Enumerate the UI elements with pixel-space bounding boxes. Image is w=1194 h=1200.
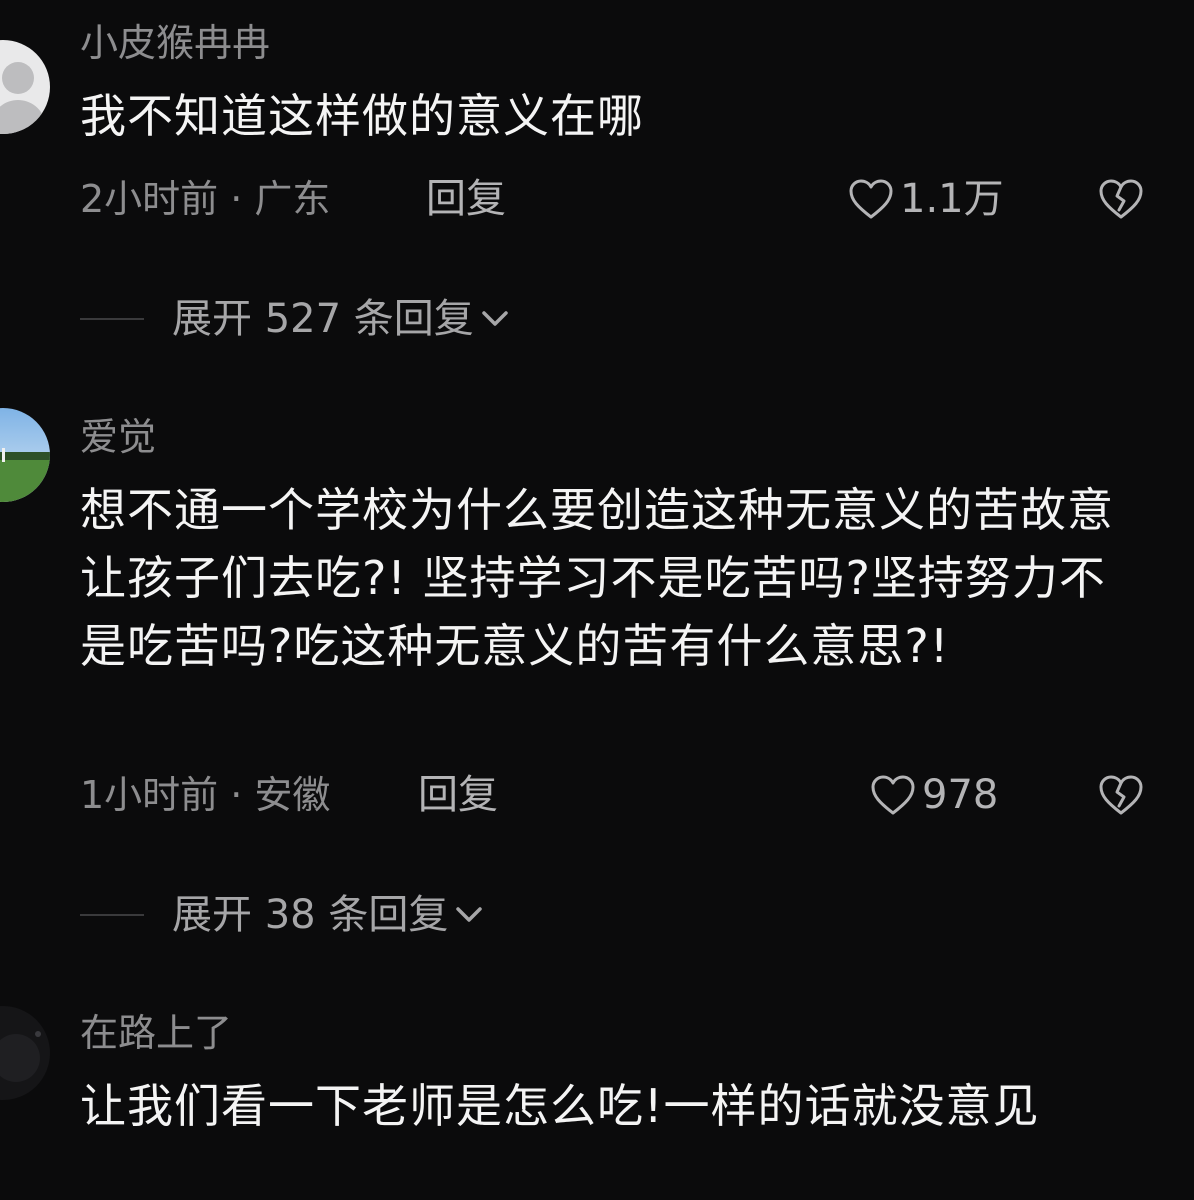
dislike-button[interactable] — [1098, 178, 1144, 224]
comment-meta: 1小时前 · 安徽 — [80, 773, 331, 817]
landscape-avatar-icon — [0, 408, 50, 502]
divider-line — [80, 318, 144, 320]
heart-icon — [849, 179, 893, 219]
like-button[interactable]: 1.1万 — [848, 176, 1004, 222]
like-button[interactable]: 978 — [870, 772, 998, 818]
dark-avatar-icon — [0, 1006, 50, 1100]
expand-replies-button[interactable]: 展开 38 条回复 — [80, 892, 486, 938]
like-count: 1.1万 — [900, 176, 1004, 222]
dislike-button[interactable] — [1098, 774, 1144, 820]
comment-text: 想不通一个学校为什么要创造这种无意义的苦故意让孩子们去吃?! 坚持学习不是吃苦吗… — [80, 483, 1114, 673]
expand-replies-label: 展开 527 条回复 — [172, 296, 474, 342]
avatar[interactable] — [0, 408, 50, 502]
comment-meta: 2小时前 · 广东 — [80, 177, 331, 221]
comment-username[interactable]: 爱觉 — [80, 414, 156, 460]
comment-text: 让我们看一下老师是怎么吃!一样的话就没意见 — [80, 1079, 1040, 1133]
avatar[interactable] — [0, 40, 50, 134]
avatar[interactable] — [0, 1006, 50, 1100]
broken-heart-icon — [1099, 179, 1143, 219]
reply-button[interactable]: 回复 — [418, 772, 498, 818]
divider-line — [80, 914, 144, 916]
like-count: 978 — [922, 772, 999, 818]
default-avatar-icon — [0, 40, 50, 134]
broken-heart-icon — [1099, 775, 1143, 815]
comment-text: 我不知道这样做的意义在哪 — [80, 89, 644, 143]
comment-username[interactable]: 小皮猴冉冉 — [80, 20, 270, 66]
expand-replies-button[interactable]: 展开 527 条回复 — [80, 296, 512, 342]
chevron-down-icon — [482, 311, 508, 326]
comment-username[interactable]: 在路上了 — [80, 1010, 232, 1056]
heart-icon — [871, 775, 915, 815]
expand-replies-label: 展开 38 条回复 — [172, 892, 449, 938]
chevron-down-icon — [456, 907, 483, 922]
reply-button[interactable]: 回复 — [426, 176, 506, 222]
